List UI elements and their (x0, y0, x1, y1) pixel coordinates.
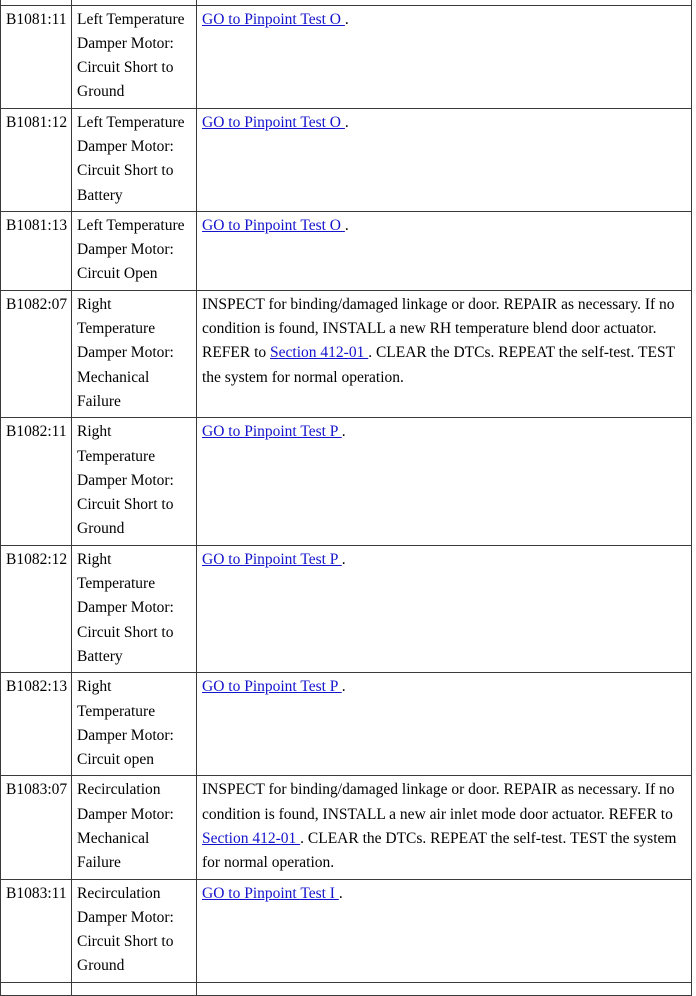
table-row: B1082:12 Right Temperature Damper Motor: … (0, 544, 692, 674)
reference-link[interactable]: GO to Pinpoint Test P (202, 551, 342, 568)
partial-cell-code (0, 981, 72, 996)
reference-link[interactable]: Section 412-01 (270, 344, 368, 361)
table-row: B1082:07 Right Temperature Damper Motor: … (0, 289, 692, 419)
dtc-action-cell: GO to Pinpoint Test O . (196, 210, 692, 291)
dtc-code-cell: B1081:12 (0, 107, 72, 212)
action-text-after-link: . (341, 423, 346, 441)
partial-cell-description (71, 981, 197, 996)
dtc-action-cell: GO to Pinpoint Test O . (196, 4, 692, 109)
action-text-after-link: . (344, 10, 349, 28)
action-text-after-link: . (338, 884, 343, 902)
dtc-code-cell: B1082:12 (0, 544, 72, 674)
dtc-code-cell: B1083:07 (0, 775, 72, 880)
dtc-code-cell: B1081:11 (0, 4, 72, 109)
dtc-description-cell: Right Temperature Damper Motor: Circuit … (71, 417, 197, 546)
reference-link[interactable]: GO to Pinpoint Test P (202, 423, 342, 440)
table-row: B1082:13 Right Temperature Damper Motor: … (0, 672, 692, 777)
table-row: B1083:07 Recirculation Damper Motor: Mech… (0, 775, 692, 880)
dtc-description-cell: Right Temperature Damper Motor: Circuit … (71, 544, 197, 674)
reference-link[interactable]: GO to Pinpoint Test P (202, 678, 342, 695)
dtc-action-cell: GO to Pinpoint Test I . (196, 878, 692, 983)
dtc-code-cell: B1081:13 (0, 210, 72, 291)
dtc-description-cell: Right Temperature Damper Motor: Mechanic… (71, 289, 197, 419)
reference-link[interactable]: GO to Pinpoint Test O (202, 11, 345, 28)
table-row: B1081:12 Left Temperature Damper Motor: C… (0, 107, 692, 212)
action-text-after-link: . (344, 113, 349, 131)
dtc-code-cell: B1082:07 (0, 289, 72, 419)
table-row: B1083:11 Recirculation Damper Motor: Circ… (0, 878, 692, 983)
action-text-after-link: . (341, 678, 346, 696)
dtc-code-cell: B1082:11 (0, 417, 72, 546)
dtc-description-cell: Left Temperature Damper Motor: Circuit S… (71, 4, 197, 109)
table-row: B1081:11 Left Temperature Damper Motor: C… (0, 4, 692, 109)
table-row: B1081:13 Left Temperature Damper Motor: C… (0, 210, 692, 291)
dtc-description-cell: Recirculation Damper Motor: Circuit Shor… (71, 878, 197, 983)
dtc-action-cell: GO to Pinpoint Test P . (196, 544, 692, 674)
document-page: B1081:11 Left Temperature Damper Motor: C… (0, 0, 696, 996)
dtc-description-cell: Right Temperature Damper Motor: Circuit … (71, 672, 197, 777)
partial-cell-action (196, 981, 692, 996)
reference-link[interactable]: GO to Pinpoint Test I (202, 885, 339, 902)
reference-link[interactable]: Section 412-01 (202, 830, 300, 847)
reference-link[interactable]: GO to Pinpoint Test O (202, 114, 345, 131)
action-text-after-link: . (341, 550, 346, 568)
dtc-description-cell: Recirculation Damper Motor: Mechanical F… (71, 775, 197, 880)
dtc-action-cell: INSPECT for binding/damaged linkage or d… (196, 289, 692, 419)
dtc-action-cell: GO to Pinpoint Test O . (196, 107, 692, 212)
action-text-after-link: . (344, 216, 349, 234)
table-row: B1082:11 Right Temperature Damper Motor: … (0, 417, 692, 546)
dtc-action-cell: INSPECT for binding/damaged linkage or d… (196, 775, 692, 880)
dtc-description-cell: Left Temperature Damper Motor: Circuit S… (71, 107, 197, 212)
dtc-description-cell: Left Temperature Damper Motor: Circuit O… (71, 210, 197, 291)
dtc-action-cell: GO to Pinpoint Test P . (196, 672, 692, 777)
reference-link[interactable]: GO to Pinpoint Test O (202, 217, 345, 234)
action-text-before-link: INSPECT for binding/damaged linkage or d… (202, 781, 675, 823)
dtc-action-cell: GO to Pinpoint Test P . (196, 417, 692, 546)
dtc-code-cell: B1083:11 (0, 878, 72, 983)
dtc-code-cell: B1082:13 (0, 672, 72, 777)
dtc-diagnostic-table: B1081:11 Left Temperature Damper Motor: C… (0, 0, 692, 996)
table-row-partial-bottom (0, 981, 692, 996)
dtc-table-body: B1081:11 Left Temperature Damper Motor: C… (0, 0, 692, 996)
